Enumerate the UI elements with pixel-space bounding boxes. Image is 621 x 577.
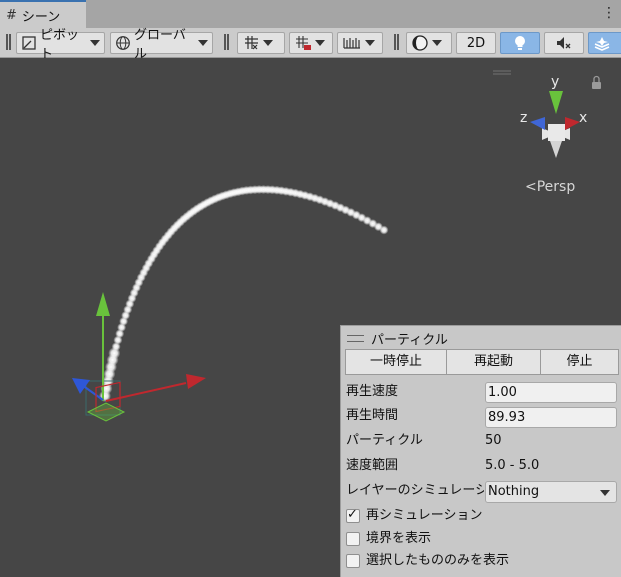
checkmark-icon: ✓: [347, 507, 358, 522]
gizmo-drag-handle: [493, 70, 511, 75]
chevron-down-icon: [432, 40, 442, 46]
chevron-down-icon: [90, 40, 100, 46]
show-selected-only-checkbox[interactable]: [346, 554, 360, 568]
effects-toggle[interactable]: [588, 32, 621, 54]
pause-button[interactable]: 一時停止: [345, 349, 447, 375]
tab-bar: # シーン ⋮: [0, 0, 621, 28]
gizmo-z-label: z: [520, 110, 527, 126]
shading-sphere-icon: [411, 34, 429, 52]
shading-mode-dropdown[interactable]: [406, 32, 452, 54]
grid-magnet-icon: [294, 35, 312, 51]
restart-button[interactable]: 再起動: [446, 349, 541, 375]
effects-layers-icon: [593, 35, 611, 51]
scene-toolbar: ピボット グローバル 2D: [0, 28, 621, 62]
chevron-down-icon: [198, 40, 208, 46]
particles-value: 50: [485, 433, 502, 448]
playback-speed-field[interactable]: 1.00: [485, 382, 617, 403]
global-label: グローバル: [134, 28, 186, 62]
panel-header[interactable]: パーティクル: [347, 329, 448, 348]
global-dropdown[interactable]: グローバル: [110, 28, 213, 62]
ruler-icon: [342, 35, 362, 51]
tab-scene-label: シーン: [21, 9, 61, 25]
show-selected-only-label: 選択したもののみを表示: [366, 553, 510, 568]
gizmo-x-label: x: [579, 110, 587, 126]
playback-speed-label: 再生速度: [346, 384, 399, 399]
toolbar-grip[interactable]: [6, 34, 11, 50]
projection-toggle[interactable]: <Persp: [525, 179, 575, 195]
panel-title: パーティクル: [371, 333, 448, 348]
particles-label: パーティクル: [346, 433, 423, 448]
xz-plane-handle[interactable]: [86, 402, 126, 422]
resimulate-label: 再シミュレーション: [366, 508, 483, 523]
pivot-label: ピボット: [40, 28, 80, 62]
lightbulb-icon: [512, 34, 528, 52]
globe-icon: [115, 35, 131, 51]
playback-time-field[interactable]: 89.93: [485, 407, 617, 428]
audio-mute-icon: [555, 35, 573, 51]
audio-toggle[interactable]: [544, 32, 584, 54]
speed-range-label: 速度範囲: [346, 458, 399, 473]
mode-2d-label: 2D: [466, 35, 486, 51]
lighting-toggle[interactable]: [500, 32, 540, 54]
gizmo-y-cone[interactable]: [549, 91, 563, 114]
grid-visibility-dropdown[interactable]: [289, 32, 333, 54]
playback-time-label: 再生時間: [346, 408, 399, 423]
x-axis-arrow[interactable]: [186, 374, 206, 389]
transform-gizmo[interactable]: [72, 292, 206, 422]
orientation-gizmo[interactable]: y x z: [493, 70, 601, 158]
chevron-down-icon: [263, 40, 273, 46]
show-bounds-label: 境界を表示: [366, 531, 432, 546]
gizmo-z-cone[interactable]: [530, 117, 545, 130]
chevron-down-icon: [600, 490, 610, 496]
chevron-down-icon: [315, 40, 325, 46]
particle: [379, 225, 389, 235]
show-bounds-checkbox[interactable]: [346, 532, 360, 546]
mode-2d-button[interactable]: 2D: [456, 32, 496, 54]
z-axis-arrow[interactable]: [72, 378, 90, 394]
pivot-icon: [21, 35, 37, 51]
increment-snap-dropdown[interactable]: [337, 32, 383, 54]
chevron-down-icon: [365, 40, 375, 46]
toolbar-grip[interactable]: [224, 34, 229, 50]
scene-grid-icon: #: [6, 7, 17, 23]
grid-snap-icon: [242, 35, 260, 51]
layer-simulation-value: Nothing: [488, 484, 540, 499]
particle-effect-panel: パーティクル 一時停止 再起動 停止 再生速度 1.00 再生時間 89.93 …: [340, 325, 621, 577]
y-axis-arrow[interactable]: [96, 292, 110, 316]
more-menu-icon[interactable]: ⋮: [602, 3, 616, 23]
grid-snap-dropdown[interactable]: [237, 32, 285, 54]
layer-simulation-dropdown[interactable]: Nothing: [485, 481, 617, 503]
layer-simulation-label: レイヤーのシミュレーショ: [346, 483, 484, 498]
gizmo-x-cone[interactable]: [565, 117, 580, 130]
toolbar-grip[interactable]: [394, 34, 399, 50]
gizmo-y-label: y: [551, 74, 559, 90]
resimulate-checkbox[interactable]: ✓: [346, 507, 360, 523]
drag-handle-icon[interactable]: [347, 335, 364, 342]
pivot-dropdown[interactable]: ピボット: [16, 28, 105, 62]
speed-range-value: 5.0 - 5.0: [485, 458, 540, 473]
stop-button[interactable]: 停止: [540, 349, 619, 375]
lock-icon[interactable]: [592, 82, 601, 89]
